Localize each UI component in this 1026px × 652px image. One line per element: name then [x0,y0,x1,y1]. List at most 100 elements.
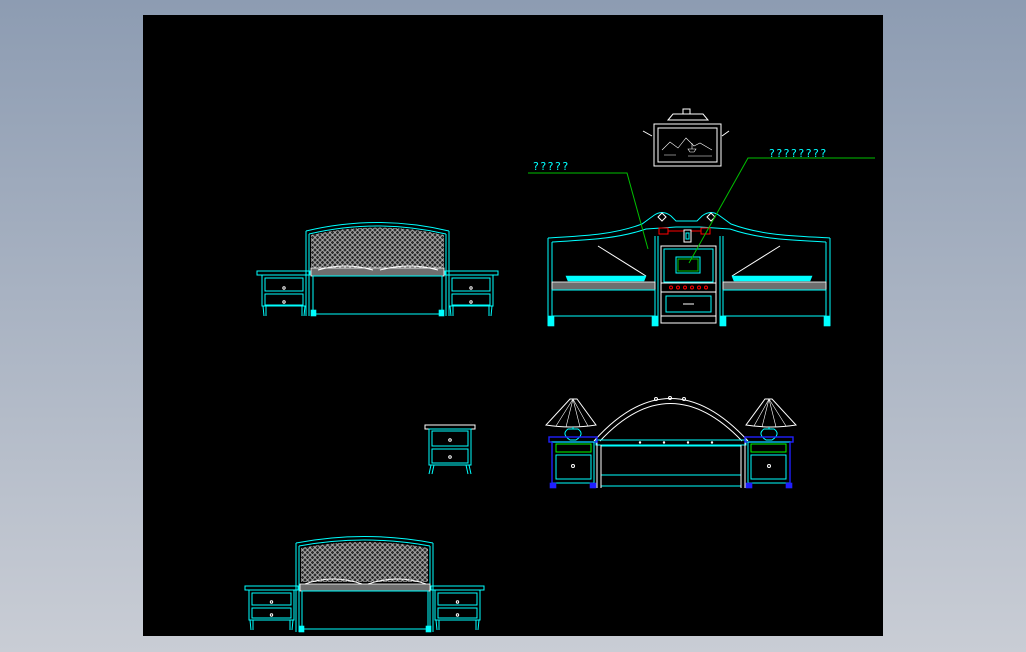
console-panel [663,248,714,283]
reading-light-left [658,227,669,235]
bed-foot [310,309,317,317]
mattress [299,583,431,592]
bed-posts [596,440,746,488]
leader-line-panel [528,172,649,250]
bed-body [600,445,742,487]
drawer-knob [448,438,452,442]
rail-stud [686,441,690,444]
pillow [731,275,813,282]
drawer-knob [455,600,460,604]
bed-leg [651,315,659,327]
headboard-marker [657,212,667,222]
bedside-console [658,227,717,324]
wall-switch-inner [685,232,690,240]
nightstand-top [430,585,485,591]
callout-label-panel: ????? [533,160,570,173]
nightstand-legs [428,464,472,475]
wall-switch [683,229,692,243]
bed-base [551,289,656,317]
bed-foot [298,625,305,633]
headboard-fold-line [731,245,781,277]
drawer-knob [767,464,771,468]
nightstand-left [548,436,598,489]
drawer-knob [269,600,274,604]
control-button [669,285,673,290]
drawer-knob [469,286,473,290]
leader-line-console [688,157,875,264]
nightstand-top [256,270,311,276]
drawer-knob [455,613,460,617]
nightstand-right [744,436,794,489]
drawer-knob [282,300,286,304]
table-lamp-left [544,398,597,441]
console-screen-inner [677,258,699,272]
bed-top-rail [595,439,747,446]
lampshade [745,398,798,428]
drawer [750,443,787,453]
nightstand-body [428,428,472,466]
nightstand-foot [549,482,557,489]
nightstand-legs [249,619,294,631]
nightstand-standalone [424,424,476,475]
drawer-knob [469,300,473,304]
nightstand-legs [262,305,306,317]
rail-stud [662,441,666,444]
bed-foot [438,309,445,317]
pillow [565,275,647,282]
mattress [551,281,656,291]
wall-painting [642,108,730,167]
bed-base [301,590,429,630]
painting-knob [682,108,691,115]
headboard-stud [668,396,672,400]
control-button [683,285,687,290]
painting-landscape [661,137,713,157]
bed-elevation-bottom [244,536,485,633]
control-button [704,285,708,290]
bed-leg [719,315,727,327]
control-button [697,285,701,290]
rail-stud [638,441,642,444]
bed-double [305,222,450,317]
headboard-stud [654,397,658,401]
bed-elevation-top-left [256,222,499,317]
painting-hanger-strokes [642,130,730,137]
nightstand-legs [435,619,480,631]
bed-base [312,275,443,315]
headboard-fold-line [597,245,647,277]
lampshade-ribs [555,398,589,428]
rail-stud [710,441,714,444]
drawer-knob [571,464,575,468]
nightstand-left [244,585,299,631]
drawer-knob [448,455,452,459]
bed-foot [425,625,432,633]
lamp-vase [760,428,778,441]
drawer-knob [269,613,274,617]
lamp-vase [564,428,582,441]
nightstand-foot [785,482,793,489]
headboard-arc-inner [599,403,743,442]
nightstand-body [747,441,791,484]
console-body [660,245,717,324]
drawer [555,443,592,453]
lampshade [544,398,597,428]
twin-bed-panel: ????? ???????? [528,108,875,327]
headboard-stud [682,397,686,401]
headboard-pattern [311,227,444,268]
bed-leg [547,315,555,327]
callout-label-console: ???????? [769,147,828,160]
lampshade-ribs [753,398,787,428]
nightstand-legs [449,305,493,317]
mattress [722,281,827,291]
mattress [310,267,445,277]
nightstand-foot [745,482,753,489]
drawer-knob [282,286,286,290]
bed-base [722,289,827,317]
bed-left [547,245,659,327]
control-button [676,285,680,290]
bed-round-headboard [544,396,798,489]
headboard-arc-outer [593,398,749,442]
bed-double [295,536,434,633]
painting-lid [666,113,710,121]
nightstand-top [424,424,476,430]
nightstand-right [444,270,499,317]
